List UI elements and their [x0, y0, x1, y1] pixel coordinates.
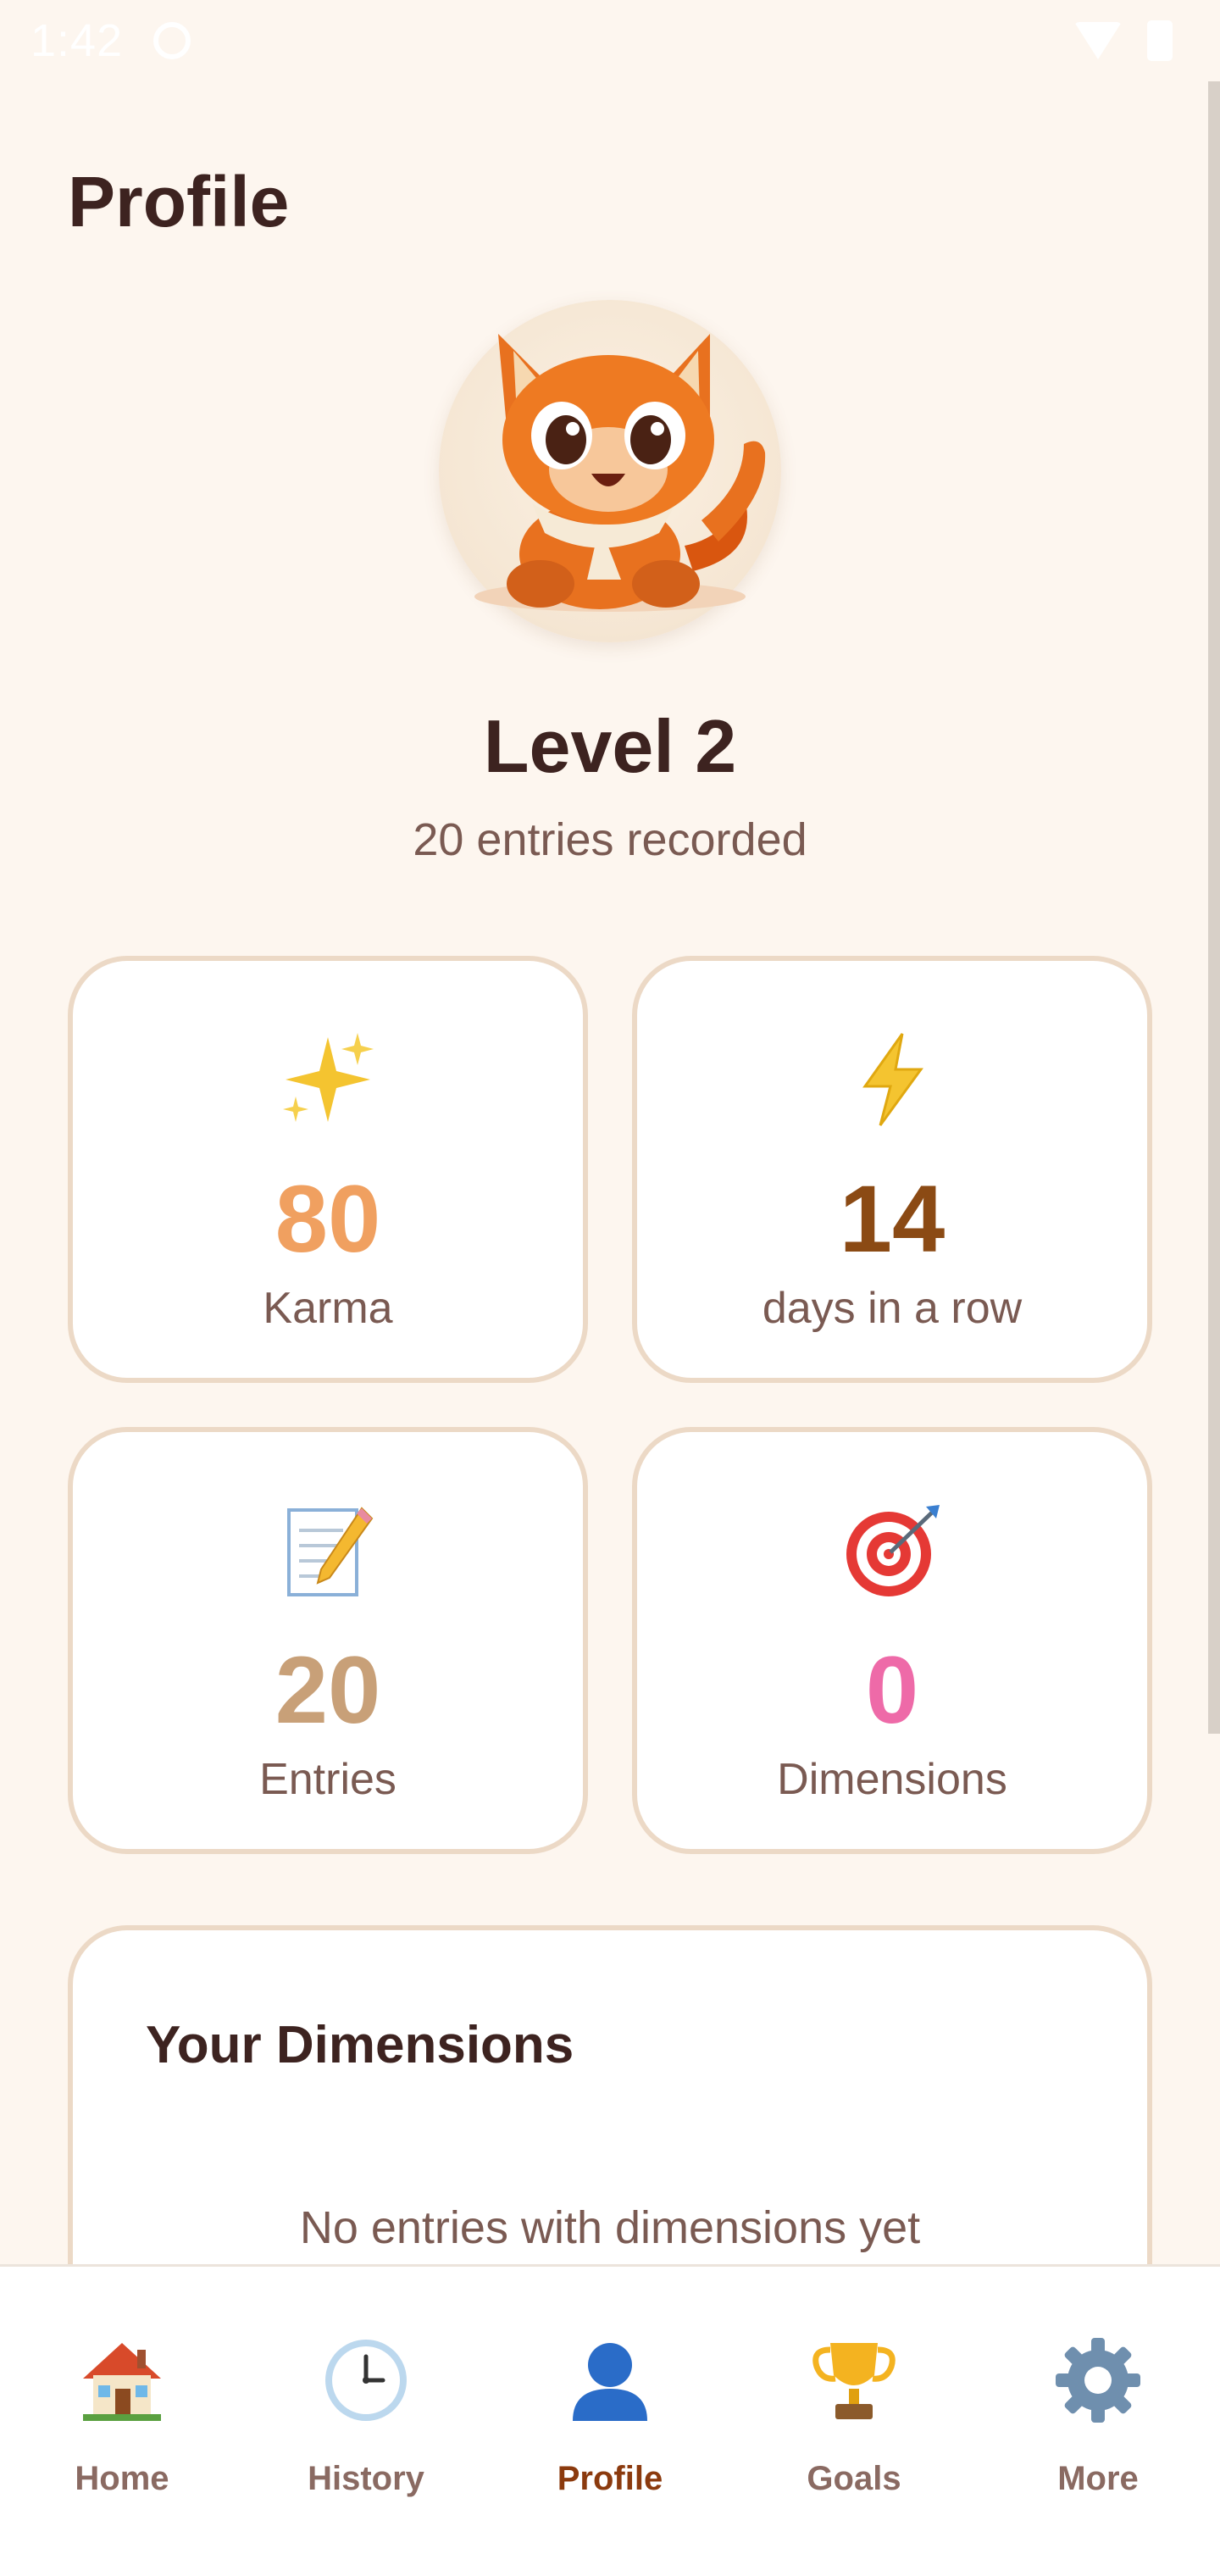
streak-label: days in a row [762, 1284, 1023, 1333]
status-icons [1074, 20, 1190, 61]
bottom-nav: Home History Profile Goals More [0, 2264, 1220, 2576]
nav-profile-label: Profile [557, 2460, 663, 2497]
nav-home[interactable]: Home [0, 2267, 244, 2576]
nav-more-label: More [1057, 2460, 1139, 2497]
your-dimensions-title: Your Dimensions [146, 2016, 574, 2074]
notification-icon [153, 22, 191, 59]
trophy-icon [807, 2333, 901, 2428]
target-icon [637, 1500, 1147, 1602]
scrollbar-thumb[interactable] [1208, 81, 1220, 1734]
battery-icon [1147, 20, 1173, 61]
memo-icon [73, 1500, 583, 1602]
dimensions-empty-text: No entries with dimensions yet [299, 2202, 921, 2253]
person-icon [563, 2333, 657, 2428]
nav-history-label: History [308, 2460, 424, 2497]
nav-goals[interactable]: Goals [732, 2267, 976, 2576]
gear-icon [1051, 2333, 1145, 2428]
nav-more[interactable]: More [976, 2267, 1220, 2576]
streak-value: 14 [839, 1166, 946, 1272]
page-title: Profile [68, 162, 290, 242]
entries-recorded-text: 20 entries recorded [413, 814, 807, 865]
karma-card[interactable]: 80 Karma [68, 956, 588, 1383]
avatar [439, 300, 781, 642]
karma-label: Karma [263, 1284, 393, 1333]
status-bar: 1:42 [0, 0, 1220, 81]
dimensions-card[interactable]: 0 Dimensions [632, 1427, 1152, 1854]
house-icon [75, 2333, 169, 2428]
wifi-icon [1074, 22, 1122, 59]
nav-home-label: Home [75, 2460, 169, 2497]
clock-icon [319, 2333, 413, 2428]
fox-mascot-icon [474, 334, 766, 612]
nav-profile[interactable]: Profile [488, 2267, 732, 2576]
nav-history[interactable]: History [244, 2267, 488, 2576]
lightning-icon [637, 1029, 1147, 1130]
nav-goals-label: Goals [807, 2460, 901, 2497]
status-time: 1:42 [30, 15, 124, 66]
karma-value: 80 [274, 1166, 381, 1272]
streak-card[interactable]: 14 days in a row [632, 956, 1152, 1383]
level-title: Level 2 [483, 704, 737, 788]
scrollbar[interactable] [1208, 81, 1220, 1734]
sparkles-icon [73, 1029, 583, 1130]
dimensions-value: 0 [865, 1637, 919, 1743]
entries-card[interactable]: 20 Entries [68, 1427, 588, 1854]
entries-label: Entries [259, 1755, 396, 1804]
dimensions-label: Dimensions [777, 1755, 1007, 1804]
entries-value: 20 [274, 1637, 381, 1743]
